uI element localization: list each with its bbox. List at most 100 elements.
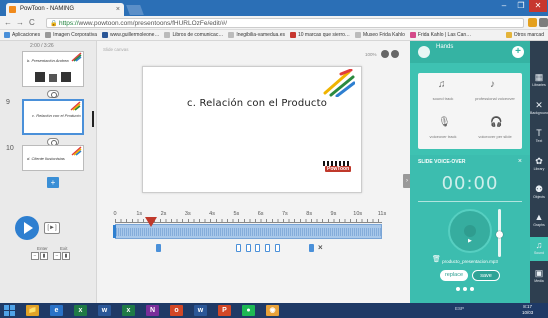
new-tab-button[interactable] xyxy=(126,5,144,15)
slide-stage[interactable]: c. Relación con el Producto PowToon xyxy=(142,66,362,193)
timeline-cue[interactable] xyxy=(255,244,260,252)
playhead[interactable] xyxy=(145,217,158,227)
reload-icon[interactable]: C xyxy=(29,18,35,28)
bookmark-item[interactable]: Imagen Corporativa xyxy=(45,32,97,38)
transition-button[interactable] xyxy=(47,90,59,98)
powtoon-logo[interactable]: PowToon xyxy=(323,161,352,177)
slide-thumbnail[interactable]: d. Cliente Ilusionistas xyxy=(22,145,84,171)
remove-cue-icon[interactable]: × xyxy=(318,244,324,252)
close-icon[interactable]: × xyxy=(518,158,522,165)
taskbar-app-icon[interactable]: w xyxy=(98,305,111,316)
windows-start-icon[interactable] xyxy=(4,305,15,316)
play-icon[interactable]: ▶ xyxy=(468,238,472,244)
play-from-slide-button[interactable]: [►] xyxy=(44,222,60,234)
play-button[interactable] xyxy=(15,216,39,240)
timeline-tick-label: 11s xyxy=(377,211,387,217)
slide-title[interactable]: c. Relación con el Producto xyxy=(187,98,327,109)
taskbar-app-icon[interactable]: ◉ xyxy=(266,305,279,316)
thumbnail-scroll-handle[interactable] xyxy=(92,111,94,127)
browser-tab[interactable]: PowToon - NAMING × xyxy=(6,3,124,16)
timeline-cue[interactable] xyxy=(265,244,270,252)
library-item-media[interactable]: ▣ Media xyxy=(530,265,548,289)
bookmark-item[interactable]: 10 marcas que sierro… xyxy=(289,32,350,38)
extension-icon[interactable] xyxy=(528,18,537,27)
library-item-label: Media xyxy=(534,279,544,283)
taskbar-app-icon[interactable]: N xyxy=(146,305,159,316)
voiceover-track-option[interactable]: 🎙 voiceover track xyxy=(418,111,468,147)
volume-slider[interactable] xyxy=(496,209,503,257)
taskbar-app-icon[interactable]: x xyxy=(122,305,135,316)
library-item-library[interactable]: ✿ Library xyxy=(530,153,548,177)
other-bookmarks[interactable]: Otros marcad xyxy=(505,32,548,38)
timeline-cue[interactable] xyxy=(309,244,314,252)
exit-decrease-button[interactable]: − xyxy=(53,252,61,260)
zoom-level: 100% xyxy=(365,51,377,57)
taskbar-app-icon[interactable]: P xyxy=(218,305,231,316)
zoom-in-button[interactable] xyxy=(390,50,399,58)
library-item-objects[interactable]: ⚉ Objects xyxy=(530,181,548,205)
taskbar-app-icon[interactable]: o xyxy=(170,305,183,316)
window-close-button[interactable]: ✕ xyxy=(529,0,547,12)
slide-number: 9 xyxy=(6,99,10,106)
add-button[interactable]: + xyxy=(512,46,524,58)
voiceover-per-slide-option[interactable]: 🎧 voiceover per slide xyxy=(470,111,520,147)
taskbar-app-icon[interactable]: x xyxy=(74,305,87,316)
library-item-libraries[interactable]: ▦ Libraries xyxy=(530,69,548,93)
window-minimize-button[interactable]: – xyxy=(495,0,513,12)
track-handle[interactable] xyxy=(113,225,116,238)
backgrounds-icon: ✕ xyxy=(535,100,543,110)
back-icon[interactable]: ← xyxy=(4,18,12,28)
forward-icon[interactable]: → xyxy=(16,18,24,28)
slide-time-counter: 2:00 / 3:26 xyxy=(30,43,54,49)
library-item-backgrounds[interactable]: ✕Backgrounds xyxy=(530,97,548,121)
pencils-icon xyxy=(71,146,82,156)
zoom-out-button[interactable] xyxy=(380,50,389,58)
timeline-cue[interactable] xyxy=(236,244,241,252)
menu-icon[interactable] xyxy=(539,18,548,27)
taskbar-app-icon[interactable]: e xyxy=(50,305,63,316)
library-item-sound[interactable]: ♫ Sound xyxy=(530,237,548,261)
taskbar-app-icon[interactable]: 📁 xyxy=(26,305,39,316)
bookmark-item[interactable]: Frida Kahlo | Las Can… xyxy=(409,32,471,38)
url-input[interactable]: 🔒 https://www.powtoon.com/presentoons/fH… xyxy=(46,18,524,28)
timeline-cue[interactable] xyxy=(156,244,161,252)
exit-effect-button[interactable]: ▮ xyxy=(62,252,70,260)
colored-pencils-icon[interactable] xyxy=(323,69,355,97)
library-item-graphs[interactable]: ▲ Graphs xyxy=(530,209,548,233)
bookmark-item[interactable]: Museo Frida Kahlo xyxy=(354,32,405,38)
library-item-text[interactable]: T Text xyxy=(530,125,548,149)
gmail-icon xyxy=(289,32,296,38)
slide-thumbnail-selected[interactable]: c. Relación con el Producto xyxy=(22,99,84,135)
record-button[interactable] xyxy=(448,209,492,253)
sound-panel: Hands + ♫ sound track ♪ professional voi… xyxy=(410,41,530,303)
user-name: Hands xyxy=(436,44,454,50)
url-path: /presentoons/fHURLOzFe/edit/#/ xyxy=(132,20,228,27)
windows-taskbar: ESP 8:17 10/03 📁 e x w x No w P ● ◉ xyxy=(0,303,548,318)
bookmark-item[interactable]: Inegibilia-vamedua.es xyxy=(228,32,285,38)
page-icon xyxy=(354,32,361,38)
enter-label: Enter xyxy=(37,246,48,251)
professional-voiceover-option[interactable]: ♪ professional voiceover xyxy=(470,73,520,109)
sound-track-option[interactable]: ♫ sound track xyxy=(418,73,468,109)
slide-thumbnail[interactable]: b. Presentación Andrea xyxy=(22,51,84,87)
taskbar-app-icon[interactable]: w xyxy=(194,305,207,316)
timeline-cue[interactable] xyxy=(275,244,280,252)
taskbar-app-icon[interactable]: ● xyxy=(242,305,255,316)
bookmark-item[interactable]: Libros de comunicac… xyxy=(164,32,223,38)
bookmark-item[interactable]: www.guillermoleone… xyxy=(102,32,159,38)
enter-decrease-button[interactable]: − xyxy=(31,252,39,260)
tab-close-icon[interactable]: × xyxy=(116,3,120,16)
save-button[interactable]: save xyxy=(472,270,500,281)
add-slide-button[interactable]: + xyxy=(47,177,59,188)
url-host: www.powtoon.com xyxy=(78,20,133,27)
address-bar: ← → C 🔒 https://www.powtoon.com/presento… xyxy=(0,16,548,30)
page-icon xyxy=(228,32,235,38)
record-timer: 00:00 xyxy=(441,173,499,194)
window-maximize-button[interactable]: ❐ xyxy=(512,0,530,12)
tab-title: PowToon - NAMING xyxy=(20,6,75,12)
timeline[interactable]: 0 1s 2s 3s 4s 5s 6s 7s 8s 9s 10s 11s × xyxy=(113,211,386,271)
enter-effect-button[interactable]: ▮ xyxy=(40,252,48,260)
timeline-cue[interactable] xyxy=(246,244,251,252)
replace-button[interactable]: replace xyxy=(440,270,468,281)
bookmark-item[interactable]: Aplicaciones xyxy=(4,32,40,38)
